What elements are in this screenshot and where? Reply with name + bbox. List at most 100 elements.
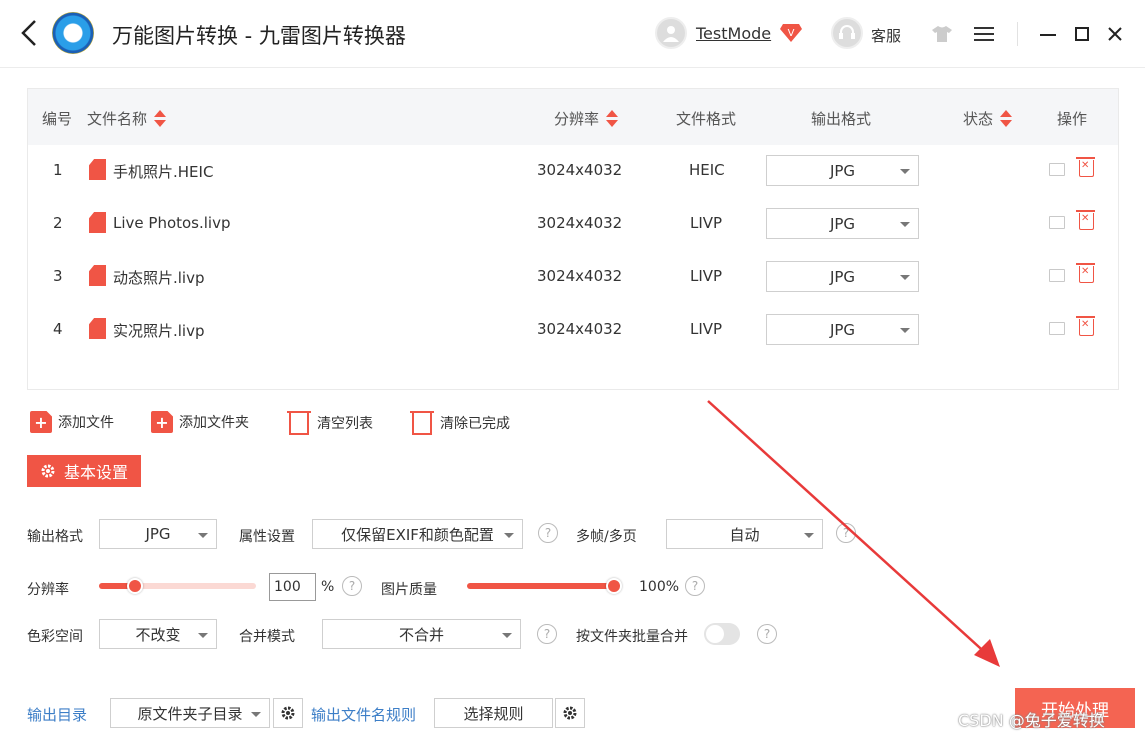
folder-merge-label: 按文件夹批量合并 xyxy=(576,629,688,645)
row-filename: 实况照片.livp xyxy=(113,322,205,340)
quality-value: 100% xyxy=(639,579,680,595)
folder-icon[interactable] xyxy=(1049,216,1065,229)
service-avatar[interactable] xyxy=(831,17,863,49)
file-table: 编号 文件名称 分辨率 文件格式 输出格式 状态 操作 1 手机照片.HEIC … xyxy=(27,88,1119,390)
add-file-button[interactable]: + 添加文件 xyxy=(30,411,114,433)
output-format-select[interactable]: JPG xyxy=(766,208,919,239)
output-dir-dropdown[interactable]: 原文件夹子目录 xyxy=(110,698,270,728)
close-icon xyxy=(1108,27,1122,41)
attr-dropdown[interactable]: 仅保留EXIF和颜色配置 xyxy=(312,519,523,549)
row-index: 4 xyxy=(53,320,63,338)
output-format-value: JPG xyxy=(829,267,856,286)
folder-icon[interactable] xyxy=(1049,163,1065,176)
help-icon[interactable]: ? xyxy=(342,576,362,596)
row-filename: 手机照片.HEIC xyxy=(113,163,214,181)
menu-button[interactable] xyxy=(972,22,996,46)
clear-list-button[interactable]: 清空列表 xyxy=(287,411,373,435)
table-header: 编号 文件名称 分辨率 文件格式 输出格式 状态 操作 xyxy=(28,89,1118,145)
service-label[interactable]: 客服 xyxy=(871,25,901,46)
help-icon[interactable]: ? xyxy=(538,523,558,543)
sort-icon[interactable] xyxy=(605,109,619,128)
table-row[interactable]: 3 动态照片.livp 3024x4032 LIVP JPG xyxy=(28,251,1118,304)
chevron-down-icon xyxy=(504,533,514,538)
trash-icon xyxy=(410,411,434,435)
clear-done-label: 清除已完成 xyxy=(440,416,510,432)
table-row[interactable]: 1 手机照片.HEIC 3024x4032 HEIC JPG xyxy=(28,145,1118,198)
back-button[interactable] xyxy=(14,16,44,50)
minimize-icon xyxy=(1040,34,1056,36)
output-dir-settings-button[interactable] xyxy=(273,698,303,728)
clear-done-button[interactable]: 清除已完成 xyxy=(410,411,510,435)
col-resolution-label: 分辨率 xyxy=(554,110,600,128)
col-format: 文件格式 xyxy=(676,110,737,128)
delete-icon[interactable] xyxy=(1076,263,1095,283)
user-avatar[interactable] xyxy=(655,17,687,49)
output-format-value: JPG xyxy=(829,320,856,339)
close-button[interactable] xyxy=(1103,22,1127,46)
output-format-value: JPG xyxy=(829,161,856,180)
col-output-format: 输出格式 xyxy=(811,110,872,128)
gear-icon xyxy=(281,706,295,720)
title-bar: 万能图片转换 - 九雷图片转换器 TestMode V 客服 xyxy=(0,0,1145,68)
attr-label: 属性设置 xyxy=(239,529,295,545)
skin-button[interactable] xyxy=(930,22,954,46)
col-filename[interactable]: 文件名称 xyxy=(87,108,167,129)
output-format-select[interactable]: JPG xyxy=(766,155,919,186)
add-folder-label: 添加文件夹 xyxy=(179,415,249,431)
app-logo xyxy=(52,12,94,54)
minimize-button[interactable] xyxy=(1036,22,1060,46)
add-file-icon: + xyxy=(30,411,52,433)
help-icon[interactable]: ? xyxy=(537,624,557,644)
basic-settings-button[interactable]: 基本设置 xyxy=(27,455,141,487)
row-index: 3 xyxy=(53,267,63,285)
watermark: CSDN @兔子爱转换 xyxy=(958,711,1105,730)
rule-settings-button[interactable] xyxy=(555,698,585,728)
output-dir-label: 输出目录 xyxy=(27,706,88,724)
row-filename: Live Photos.livp xyxy=(113,214,231,232)
quality-label: 图片质量 xyxy=(381,582,437,598)
sort-icon[interactable] xyxy=(153,109,167,128)
delete-icon[interactable] xyxy=(1076,157,1095,177)
merge-label: 合并模式 xyxy=(239,629,295,645)
gear-icon xyxy=(41,464,55,478)
delete-icon[interactable] xyxy=(1076,210,1095,230)
multiframe-label: 多帧/多页 xyxy=(576,529,637,545)
output-format-dropdown-value: JPG xyxy=(145,525,171,543)
chevron-down-icon xyxy=(900,275,910,280)
resolution-input[interactable]: 100 xyxy=(269,573,316,601)
col-resolution[interactable]: 分辨率 xyxy=(554,108,619,129)
sort-icon[interactable] xyxy=(999,109,1013,128)
output-rule-label: 输出文件名规则 xyxy=(311,706,417,724)
delete-icon[interactable] xyxy=(1076,316,1095,336)
table-row[interactable]: 4 实况照片.livp 3024x4032 LIVP JPG xyxy=(28,304,1118,357)
table-row[interactable]: 2 Live Photos.livp 3024x4032 LIVP JPG xyxy=(28,198,1118,251)
row-format: LIVP xyxy=(690,267,723,285)
col-index: 编号 xyxy=(42,110,73,128)
row-format: HEIC xyxy=(689,161,725,179)
output-format-select[interactable]: JPG xyxy=(766,261,919,292)
col-actions: 操作 xyxy=(1057,110,1088,128)
row-format: LIVP xyxy=(690,214,723,232)
username-link[interactable]: TestMode xyxy=(696,24,771,43)
basic-settings-label: 基本设置 xyxy=(63,463,128,482)
quality-slider-handle[interactable] xyxy=(606,578,622,594)
resolution-unit: % xyxy=(321,579,335,595)
col-status[interactable]: 状态 xyxy=(963,108,1013,129)
resolution-slider-handle[interactable] xyxy=(127,578,143,594)
row-index: 1 xyxy=(53,161,63,179)
colorspace-label: 色彩空间 xyxy=(27,629,83,645)
chevron-down-icon xyxy=(198,633,208,638)
select-rule-button[interactable]: 选择规则 xyxy=(434,698,553,728)
maximize-button[interactable] xyxy=(1070,22,1094,46)
quality-slider[interactable] xyxy=(467,583,620,589)
colorspace-dropdown-value: 不改变 xyxy=(135,625,181,644)
svg-text:V: V xyxy=(788,28,795,39)
output-format-dropdown[interactable]: JPG xyxy=(99,519,217,549)
output-format-select[interactable]: JPG xyxy=(766,314,919,345)
folder-icon[interactable] xyxy=(1049,322,1065,335)
folder-icon[interactable] xyxy=(1049,269,1065,282)
colorspace-dropdown[interactable]: 不改变 xyxy=(99,619,217,649)
vip-diamond-icon: V xyxy=(780,24,802,42)
add-folder-button[interactable]: + 添加文件夹 xyxy=(151,411,249,433)
merge-dropdown[interactable]: 不合并 xyxy=(322,619,521,649)
